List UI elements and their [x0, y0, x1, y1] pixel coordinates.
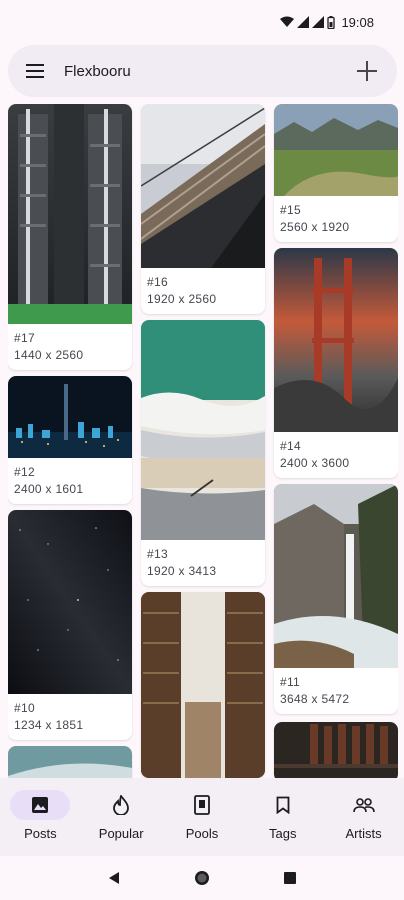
- nav-tags[interactable]: Tags: [242, 778, 323, 856]
- post-meta: #10 1234 x 1851: [8, 694, 132, 740]
- post-thumbnail: [141, 320, 265, 540]
- post-card[interactable]: #13 1920 x 3413: [141, 320, 265, 586]
- system-navigation: [0, 856, 404, 900]
- post-size: 1440 x 2560: [14, 348, 84, 362]
- nav-artists[interactable]: Artists: [323, 778, 404, 856]
- post-size: 1234 x 1851: [14, 718, 84, 732]
- nav-posts[interactable]: Posts: [0, 778, 81, 856]
- post-card[interactable]: #12 2400 x 1601: [8, 376, 132, 504]
- bottom-navigation: Posts Popular Pools Tags Artists: [0, 778, 404, 856]
- post-card[interactable]: #17 1440 x 2560: [8, 104, 132, 370]
- signal-icon-2: [312, 16, 325, 28]
- post-size: 1920 x 2560: [147, 292, 217, 306]
- nav-label: Artists: [345, 826, 382, 841]
- post-thumbnail: [274, 722, 398, 778]
- post-thumbnail: [8, 510, 132, 694]
- post-thumbnail: [274, 484, 398, 668]
- post-card[interactable]: #16 1920 x 2560: [141, 104, 265, 314]
- flame-icon: [113, 795, 130, 815]
- nav-indicator: [172, 790, 232, 820]
- post-card[interactable]: #11 3648 x 5472: [274, 484, 398, 714]
- post-id: #15: [280, 203, 301, 217]
- nav-label: Tags: [269, 826, 297, 841]
- people-icon: [352, 798, 375, 813]
- post-size: 3648 x 5472: [280, 692, 350, 706]
- nav-indicator: [253, 790, 313, 820]
- post-thumbnail: [141, 592, 265, 778]
- wifi-icon: [280, 16, 295, 27]
- nav-indicator: [91, 790, 151, 820]
- post-thumbnail: [8, 104, 132, 324]
- post-meta: #11 3648 x 5472: [274, 668, 398, 714]
- post-meta: #15 2560 x 1920: [274, 196, 398, 242]
- post-meta: #14 2400 x 3600: [274, 432, 398, 478]
- battery-icon: [327, 15, 336, 29]
- post-thumbnail: [274, 104, 398, 196]
- post-id: #11: [280, 675, 301, 689]
- post-card[interactable]: [8, 746, 132, 778]
- app-title: Flexbooru: [64, 62, 131, 80]
- recents-icon[interactable]: [283, 871, 297, 885]
- home-icon[interactable]: [194, 870, 210, 886]
- post-id: #17: [14, 331, 35, 345]
- post-id: #10: [14, 701, 35, 715]
- menu-button[interactable]: [24, 60, 46, 82]
- add-button[interactable]: [353, 57, 381, 85]
- plus-icon: [357, 61, 377, 81]
- status-icons: [280, 15, 336, 29]
- nav-label: Posts: [24, 826, 57, 841]
- pool-icon: [194, 795, 210, 815]
- post-card[interactable]: [274, 722, 398, 778]
- post-meta: #16 1920 x 2560: [141, 268, 265, 314]
- post-card[interactable]: #15 2560 x 1920: [274, 104, 398, 242]
- signal-icon: [297, 16, 310, 28]
- menu-icon: [26, 64, 44, 78]
- nav-popular[interactable]: Popular: [81, 778, 162, 856]
- post-id: #13: [147, 547, 168, 561]
- post-thumbnail: [8, 376, 132, 458]
- post-card[interactable]: #14 2400 x 3600: [274, 248, 398, 478]
- post-size: 1920 x 3413: [147, 564, 217, 578]
- image-icon: [32, 797, 49, 813]
- post-size: 2560 x 1920: [280, 220, 350, 234]
- post-id: #16: [147, 275, 168, 289]
- back-icon[interactable]: [107, 871, 121, 885]
- post-thumbnail: [274, 248, 398, 432]
- nav-label: Pools: [185, 826, 219, 841]
- bookmark-icon: [276, 796, 290, 814]
- nav-label: Popular: [98, 826, 144, 841]
- post-card[interactable]: [141, 592, 265, 778]
- nav-pools[interactable]: Pools: [162, 778, 243, 856]
- nav-indicator: [10, 790, 71, 820]
- post-meta: #17 1440 x 2560: [8, 324, 132, 370]
- nav-indicator: [334, 790, 394, 820]
- status-time: 19:08: [341, 14, 374, 30]
- post-meta: #12 2400 x 1601: [8, 458, 132, 504]
- post-id: #14: [280, 439, 301, 453]
- post-thumbnail: [141, 104, 265, 268]
- status-bar: 19:08: [0, 0, 404, 44]
- post-thumbnail: [8, 746, 132, 778]
- post-size: 2400 x 1601: [14, 482, 84, 496]
- post-card[interactable]: #10 1234 x 1851: [8, 510, 132, 740]
- post-id: #12: [14, 465, 35, 479]
- top-app-bar: Flexbooru: [8, 45, 397, 97]
- post-meta: #13 1920 x 3413: [141, 540, 265, 586]
- posts-grid: #17 1440 x 2560 #12 2400 x 1601 #10 1234…: [8, 104, 398, 778]
- post-size: 2400 x 3600: [280, 456, 350, 470]
